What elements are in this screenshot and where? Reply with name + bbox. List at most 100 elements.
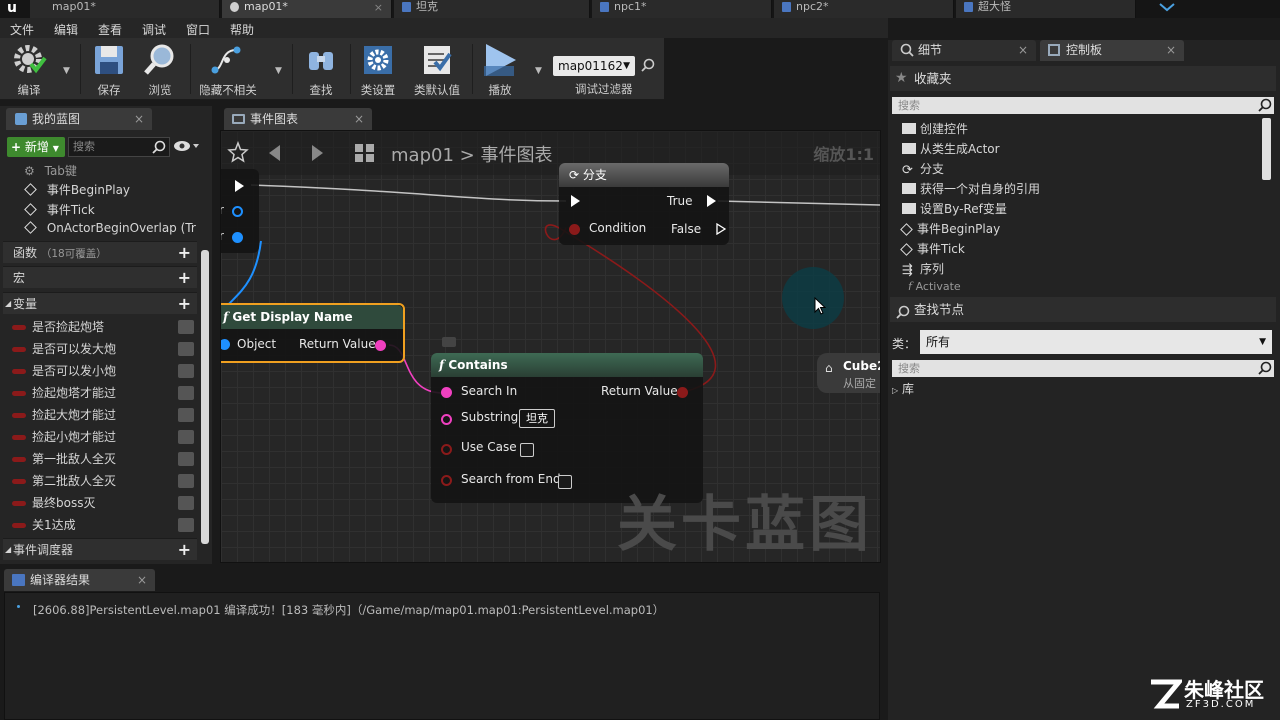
class-defaults-button[interactable]: 类默认值 bbox=[410, 42, 464, 98]
favorites-header[interactable]: ★ 收藏夹 bbox=[890, 66, 1276, 91]
debug-object-select[interactable]: map01162 ▼ bbox=[553, 56, 635, 76]
hide-options-chevron-icon[interactable]: ▼ bbox=[275, 66, 282, 76]
forward-arrow-icon[interactable] bbox=[307, 143, 327, 166]
eye-icon[interactable] bbox=[178, 518, 194, 532]
variable-item[interactable]: 第一批敌人全灭 bbox=[12, 449, 194, 469]
return-value-pin[interactable] bbox=[375, 340, 386, 351]
breadcrumb-root[interactable]: map01 bbox=[391, 145, 454, 166]
close-icon[interactable]: × bbox=[134, 108, 144, 130]
menu-debug[interactable]: 调试 bbox=[142, 21, 166, 38]
class-settings-button[interactable]: 类设置 bbox=[356, 42, 400, 98]
variable-item[interactable]: 捡起小炮才能过 bbox=[12, 427, 194, 447]
blueprint-search-input[interactable]: 搜索 bbox=[68, 137, 170, 157]
hide-unrelated-button[interactable]: 隐藏不相关 bbox=[196, 42, 260, 98]
search-icon[interactable] bbox=[641, 58, 655, 75]
event-graph-canvas[interactable]: map01 > 事件图表 缩放1:1 r r ⟳ 分支 True Conditi… bbox=[220, 130, 881, 563]
tab-npc2[interactable]: npc2* bbox=[774, 0, 954, 18]
favorite-event-tick[interactable]: 事件Tick bbox=[900, 240, 965, 257]
variable-item[interactable]: 是否可以发大炮 bbox=[12, 339, 194, 359]
close-icon[interactable]: × bbox=[1166, 40, 1176, 61]
exec-in-pin[interactable] bbox=[571, 195, 580, 207]
variables-section[interactable]: ◢ 变量 + bbox=[3, 292, 197, 314]
eye-icon[interactable] bbox=[178, 496, 194, 510]
library-tree-item[interactable]: ▷ 库 bbox=[892, 380, 914, 397]
add-variable-icon[interactable]: + bbox=[178, 293, 191, 315]
eye-icon[interactable] bbox=[178, 342, 194, 356]
tab-compiler-results[interactable]: 编译器结果 × bbox=[4, 569, 155, 591]
favorite-self-reference[interactable]: 获得一个对自身的引用 bbox=[902, 180, 1040, 197]
class-filter-select[interactable]: 所有 ▼ bbox=[920, 330, 1272, 354]
favorite-event-beginplay[interactable]: 事件BeginPlay bbox=[900, 220, 1000, 237]
object-input-pin[interactable] bbox=[221, 339, 230, 350]
add-macro-icon[interactable]: + bbox=[178, 267, 191, 289]
variable-item[interactable]: 是否捡起炮塔 bbox=[12, 317, 194, 337]
get-display-name-node[interactable]: f Get Display Name Object Return Value bbox=[221, 303, 405, 363]
left-panel-scrollbar[interactable] bbox=[201, 250, 209, 544]
variable-item[interactable]: 最终boss灭 bbox=[12, 493, 194, 513]
true-exec-pin[interactable] bbox=[707, 195, 716, 207]
back-arrow-icon[interactable] bbox=[265, 143, 285, 166]
object-pin[interactable] bbox=[232, 206, 243, 217]
favorites-scrollbar[interactable] bbox=[1262, 118, 1271, 180]
eye-icon[interactable] bbox=[178, 430, 194, 444]
branch-node[interactable]: ⟳ 分支 True Condition False bbox=[559, 163, 729, 245]
functions-section[interactable]: 函数 （18可覆盖） + bbox=[3, 241, 197, 263]
favorite-star-icon[interactable] bbox=[227, 140, 249, 166]
play-button[interactable]: 播放 bbox=[478, 42, 522, 98]
comment-bubble-icon[interactable] bbox=[442, 337, 456, 347]
menu-view[interactable]: 查看 bbox=[98, 21, 122, 38]
tab-my-blueprint[interactable]: 我的蓝图 × bbox=[6, 108, 152, 130]
return-value-pin[interactable] bbox=[677, 387, 688, 398]
feedback-icon[interactable] bbox=[1158, 1, 1176, 15]
find-button[interactable]: 查找 bbox=[300, 42, 342, 98]
compile-success-message[interactable]: [2606.88]PersistentLevel.map01 编译成功！[183… bbox=[33, 602, 664, 618]
tab-tank[interactable]: 坦克 bbox=[394, 0, 590, 18]
use-case-checkbox[interactable] bbox=[520, 443, 534, 457]
substring-pin[interactable] bbox=[441, 414, 452, 425]
favorite-sequence[interactable]: ⇶ 序列 bbox=[902, 260, 944, 277]
menu-file[interactable]: 文件 bbox=[10, 21, 34, 38]
condition-pin[interactable] bbox=[569, 224, 580, 235]
tab-big-monster[interactable]: 超大怪 bbox=[956, 0, 1136, 18]
variable-item[interactable]: 关1达成 bbox=[12, 515, 194, 535]
tree-item-event-beginplay[interactable]: 事件BeginPlay bbox=[20, 181, 130, 198]
tab-palette[interactable]: 控制板 × bbox=[1040, 40, 1184, 61]
compile-button[interactable]: 编译 bbox=[6, 42, 52, 98]
tree-item-event-tick[interactable]: 事件Tick bbox=[20, 201, 95, 218]
favorite-set-by-ref[interactable]: 设置By-Ref变量 bbox=[902, 200, 1007, 217]
menu-edit[interactable]: 编辑 bbox=[54, 21, 78, 38]
eye-icon[interactable] bbox=[178, 386, 194, 400]
substring-value-input[interactable]: 坦克 bbox=[519, 409, 555, 428]
favorite-branch[interactable]: ⟳ 分支 bbox=[902, 160, 944, 177]
add-function-icon[interactable]: + bbox=[178, 242, 191, 264]
tree-item-on-actor-begin-overlap[interactable]: OnActorBeginOverlap (Tr bbox=[20, 221, 198, 235]
search-from-end-pin[interactable] bbox=[441, 475, 452, 486]
eye-icon[interactable] bbox=[178, 320, 194, 334]
variable-item[interactable]: 第二批敌人全灭 bbox=[12, 471, 194, 491]
eye-icon[interactable] bbox=[178, 452, 194, 466]
use-case-pin[interactable] bbox=[441, 444, 452, 455]
tab-details[interactable]: 细节 × bbox=[892, 40, 1036, 61]
eye-visibility-icon[interactable] bbox=[174, 139, 200, 156]
menu-help[interactable]: 帮助 bbox=[230, 21, 254, 38]
object-pin[interactable] bbox=[232, 232, 243, 243]
false-exec-pin[interactable] bbox=[707, 223, 726, 235]
close-icon[interactable]: × bbox=[1018, 40, 1028, 61]
variable-item[interactable]: 捡起大炮才能过 bbox=[12, 405, 194, 425]
breadcrumb-leaf[interactable]: 事件图表 bbox=[480, 145, 552, 166]
eye-icon[interactable] bbox=[178, 364, 194, 378]
add-new-button[interactable]: + 新增 ▼ bbox=[7, 137, 65, 157]
tab-map01-a[interactable]: map01* bbox=[30, 0, 220, 18]
favorite-activate[interactable]: f Activate bbox=[908, 280, 961, 290]
variable-item[interactable]: 捡起炮塔才能过 bbox=[12, 383, 194, 403]
tab-map01-b[interactable]: map01* × bbox=[222, 0, 392, 18]
variable-item[interactable]: 是否可以发小炮 bbox=[12, 361, 194, 381]
save-button[interactable]: 保存 bbox=[88, 42, 130, 98]
partial-event-node[interactable]: r r bbox=[221, 169, 259, 253]
favorite-create-widget[interactable]: 创建控件 bbox=[902, 120, 968, 137]
exec-out-pin[interactable] bbox=[235, 180, 244, 192]
node-search-input[interactable]: 搜索 bbox=[892, 360, 1274, 377]
tab-event-graph[interactable]: 事件图表 × bbox=[224, 108, 372, 130]
tree-item-tab-key[interactable]: ⚙ Tab键 bbox=[20, 162, 77, 179]
eye-icon[interactable] bbox=[178, 408, 194, 422]
